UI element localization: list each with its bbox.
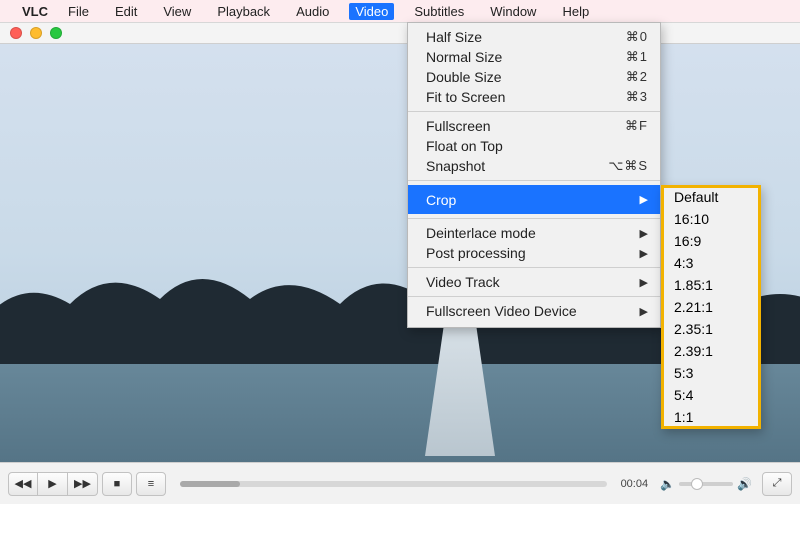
fullscreen-button[interactable]: ⤢	[762, 472, 792, 496]
highlight-frame-crop	[0, 504, 800, 533]
menu-item-shortcut: ⌘1	[626, 49, 648, 65]
menu-window[interactable]: Window	[484, 3, 542, 20]
crop-option-5-3[interactable]: 5:3	[662, 362, 760, 384]
menu-item-label: Crop	[426, 192, 640, 208]
menu-file[interactable]: File	[62, 3, 95, 20]
video-dropdown-menu: Half Size⌘0Normal Size⌘1Double Size⌘2Fit…	[407, 22, 661, 328]
menu-item-post-processing[interactable]: Post processing▶	[408, 243, 660, 263]
forward-button[interactable]: ▶▶	[68, 472, 98, 496]
window-titlebar	[0, 22, 800, 44]
menu-item-crop[interactable]: Crop▶	[408, 185, 660, 214]
menu-item-fullscreen[interactable]: Fullscreen⌘F	[408, 116, 660, 136]
playlist-button[interactable]: ≡	[136, 472, 166, 496]
crop-option-1-1[interactable]: 1:1	[662, 406, 760, 428]
menu-item-fit-to-screen[interactable]: Fit to Screen⌘3	[408, 87, 660, 107]
menu-separator	[408, 180, 660, 181]
volume-controls: 🔈 🔊	[660, 477, 752, 491]
system-menubar: VLC File Edit View Playback Audio Video …	[0, 0, 800, 22]
crop-option-1-85-1[interactable]: 1.85:1	[662, 274, 760, 296]
window-zoom-button[interactable]	[50, 27, 62, 39]
volume-high-icon[interactable]: 🔊	[737, 477, 752, 491]
app-name[interactable]: VLC	[22, 4, 48, 19]
menu-item-label: Fullscreen	[426, 118, 625, 134]
menu-item-video-track[interactable]: Video Track▶	[408, 272, 660, 292]
crop-submenu: Default16:1016:94:31.85:12.21:12.35:12.3…	[661, 185, 761, 429]
submenu-arrow-icon: ▶	[640, 193, 648, 206]
menu-subtitles[interactable]: Subtitles	[408, 3, 470, 20]
menu-item-label: Fit to Screen	[426, 89, 626, 105]
menu-view[interactable]: View	[157, 3, 197, 20]
menu-audio[interactable]: Audio	[290, 3, 335, 20]
volume-knob[interactable]	[691, 478, 703, 490]
submenu-arrow-icon: ▶	[640, 227, 648, 240]
submenu-arrow-icon: ▶	[640, 276, 648, 289]
menu-item-label: Video Track	[426, 274, 640, 290]
progress-fill	[180, 481, 240, 487]
play-button[interactable]: ▶	[38, 472, 68, 496]
menu-item-shortcut: ⌥⌘S	[608, 158, 648, 174]
menu-item-label: Float on Top	[426, 138, 648, 154]
crop-option-2-39-1[interactable]: 2.39:1	[662, 340, 760, 362]
menu-item-label: Deinterlace mode	[426, 225, 640, 241]
transport-buttons: ◀◀ ▶ ▶▶	[8, 472, 98, 496]
menu-item-shortcut: ⌘0	[626, 29, 648, 45]
menu-playback[interactable]: Playback	[211, 3, 276, 20]
volume-low-icon[interactable]: 🔈	[660, 477, 675, 491]
menu-item-deinterlace-mode[interactable]: Deinterlace mode▶	[408, 223, 660, 243]
crop-option-16-9[interactable]: 16:9	[662, 230, 760, 252]
menu-item-label: Half Size	[426, 29, 626, 45]
crop-option-16-10[interactable]: 16:10	[662, 208, 760, 230]
menu-item-half-size[interactable]: Half Size⌘0	[408, 27, 660, 47]
menu-item-shortcut: ⌘3	[626, 89, 648, 105]
menu-item-fullscreen-video-device[interactable]: Fullscreen Video Device▶	[408, 301, 660, 321]
menu-item-float-on-top[interactable]: Float on Top	[408, 136, 660, 156]
submenu-arrow-icon: ▶	[640, 247, 648, 260]
menu-item-shortcut: ⌘F	[625, 118, 648, 134]
menu-item-shortcut: ⌘2	[626, 69, 648, 85]
volume-slider[interactable]	[679, 482, 733, 486]
stop-button[interactable]: ■	[102, 472, 132, 496]
time-elapsed: 00:04	[621, 478, 649, 490]
menu-separator	[408, 296, 660, 297]
menu-item-normal-size[interactable]: Normal Size⌘1	[408, 47, 660, 67]
crop-option-4-3[interactable]: 4:3	[662, 252, 760, 274]
crop-option-5-4[interactable]: 5:4	[662, 384, 760, 406]
menu-item-label: Normal Size	[426, 49, 626, 65]
submenu-arrow-icon: ▶	[640, 305, 648, 318]
menu-item-label: Double Size	[426, 69, 626, 85]
crop-option-2-35-1[interactable]: 2.35:1	[662, 318, 760, 340]
window-close-button[interactable]	[10, 27, 22, 39]
menu-separator	[408, 111, 660, 112]
menu-item-label: Post processing	[426, 245, 640, 261]
crop-option-default[interactable]: Default	[662, 186, 760, 208]
menu-video[interactable]: Video	[349, 3, 394, 20]
menu-item-label: Snapshot	[426, 158, 608, 174]
playback-controls: ◀◀ ▶ ▶▶ ■ ≡ 00:04 🔈 🔊 ⤢	[0, 462, 800, 504]
menu-separator	[408, 218, 660, 219]
progress-slider[interactable]	[180, 481, 607, 487]
window-minimize-button[interactable]	[30, 27, 42, 39]
menu-item-double-size[interactable]: Double Size⌘2	[408, 67, 660, 87]
crop-option-2-21-1[interactable]: 2.21:1	[662, 296, 760, 318]
menu-edit[interactable]: Edit	[109, 3, 143, 20]
menu-item-label: Fullscreen Video Device	[426, 303, 640, 319]
menu-separator	[408, 267, 660, 268]
menu-item-snapshot[interactable]: Snapshot⌥⌘S	[408, 156, 660, 176]
rewind-button[interactable]: ◀◀	[8, 472, 38, 496]
menu-help[interactable]: Help	[556, 3, 595, 20]
